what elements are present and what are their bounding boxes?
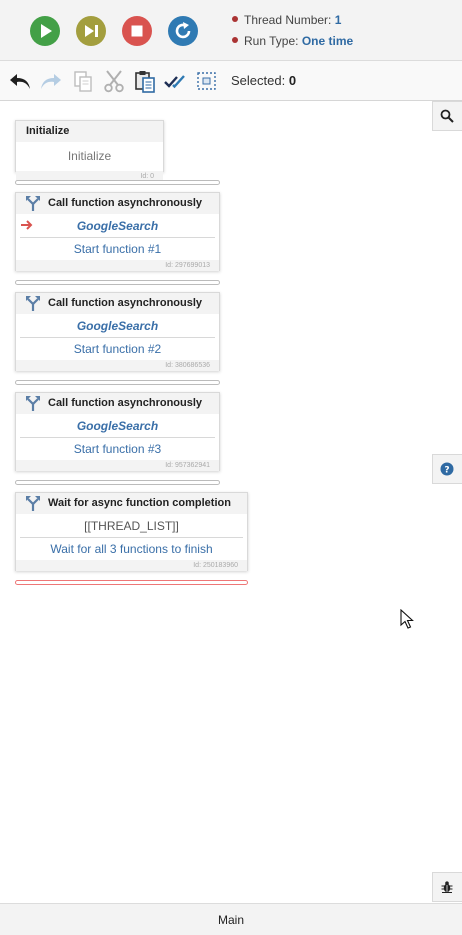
play-button[interactable] — [30, 16, 60, 46]
debug-button[interactable] — [432, 872, 462, 902]
help-icon: ? — [440, 462, 454, 476]
selected-count: Selected: 0 — [231, 73, 296, 88]
play-icon — [41, 24, 52, 38]
node-id: Id: 297699013 — [16, 260, 219, 271]
bug-icon — [441, 881, 453, 893]
node-body: GoogleSearch Start function #3 — [16, 414, 219, 460]
node-id: Id: 380686536 — [16, 360, 219, 371]
node-header-text: Wait for async function completion — [48, 497, 231, 509]
editor-toolbar: Selected: 0 — [0, 61, 462, 101]
check-all-icon — [164, 75, 185, 89]
search-icon — [440, 109, 454, 123]
deselect-button[interactable] — [195, 69, 219, 93]
wait-async-node[interactable]: Wait for async function completion [[THR… — [15, 492, 248, 571]
run-type-value: One time — [301, 34, 354, 48]
restart-icon — [175, 22, 191, 39]
run-type-info: Run Type: One time — [232, 34, 353, 48]
node-body: GoogleSearch Start function #2 — [16, 314, 219, 360]
copy-button[interactable] — [71, 69, 95, 93]
restart-button[interactable] — [168, 16, 198, 46]
select-all-button[interactable] — [164, 69, 188, 93]
search-button[interactable] — [432, 101, 462, 131]
undo-icon — [10, 74, 30, 89]
run-type-label: Run Type: — [244, 34, 299, 48]
node-header-text: Call function asynchronously — [48, 197, 203, 209]
paste-icon — [135, 71, 155, 93]
fork-icon — [26, 396, 40, 411]
fork-icon — [26, 296, 40, 311]
node-header-text: Call function asynchronously — [48, 297, 203, 309]
redo-button[interactable] — [39, 69, 63, 93]
stop-button[interactable] — [122, 16, 152, 46]
paste-button[interactable] — [133, 69, 157, 93]
node-connector[interactable] — [15, 480, 220, 485]
function-name: GoogleSearch — [20, 214, 215, 238]
function-name: GoogleSearch — [20, 414, 215, 438]
step-button[interactable] — [76, 16, 106, 46]
function-tab-bar: Main — [0, 903, 462, 935]
node-header: Initialize — [16, 121, 163, 142]
cut-icon — [104, 70, 124, 93]
node-body: GoogleSearch Start function #1 — [16, 214, 219, 260]
node-header-text: Call function asynchronously — [48, 397, 203, 409]
selected-label: Selected: — [231, 73, 286, 88]
node-body: [[THREAD_LIST]] Wait for all 3 functions… — [16, 514, 247, 560]
node-id: Id: 250183960 — [16, 560, 247, 571]
thread-number-value: 1 — [334, 13, 342, 27]
step-icon — [85, 25, 98, 37]
node-header: Wait for async function completion — [16, 493, 247, 514]
function-name: GoogleSearch — [20, 314, 215, 338]
undo-button[interactable] — [8, 69, 32, 93]
node-connector[interactable] — [15, 380, 220, 385]
copy-icon — [74, 71, 92, 92]
node-description: Start function #3 — [73, 442, 162, 456]
cut-button[interactable] — [102, 69, 126, 93]
thread-number-info: Thread Number: 1 — [232, 13, 341, 27]
node-description: Start function #2 — [73, 342, 162, 356]
node-header: Call function asynchronously — [16, 193, 219, 214]
select-box-icon — [197, 72, 216, 90]
node-connector[interactable] — [15, 180, 220, 185]
run-control-panel: Thread Number: 1 Run Type: One time — [0, 0, 462, 61]
node-header: Call function asynchronously — [16, 293, 219, 314]
node-connector[interactable] — [15, 280, 220, 285]
redo-icon — [41, 74, 61, 89]
node-description: Start function #1 — [73, 242, 162, 256]
help-button[interactable]: ? — [432, 454, 462, 484]
node-description: Wait for all 3 functions to finish — [50, 542, 213, 556]
svg-text:?: ? — [444, 466, 449, 476]
mouse-cursor-icon — [400, 609, 414, 629]
thread-list-variable: [[THREAD_LIST]] — [20, 514, 243, 538]
call-async-node-3[interactable]: Call function asynchronously GoogleSearc… — [15, 392, 220, 471]
fork-icon — [26, 496, 40, 511]
initialize-node[interactable]: Initialize Initialize Id: 0 — [15, 120, 164, 182]
fork-icon — [26, 196, 40, 211]
call-async-node-2[interactable]: Call function asynchronously GoogleSearc… — [15, 292, 220, 371]
stop-icon — [131, 25, 143, 37]
bullet-icon — [232, 16, 238, 22]
node-header: Call function asynchronously — [16, 393, 219, 414]
selected-value: 0 — [288, 73, 297, 88]
tab-main[interactable]: Main — [218, 913, 244, 927]
thread-number-label: Thread Number: — [244, 13, 332, 27]
node-connector-end[interactable] — [15, 580, 248, 585]
flow-canvas[interactable]: ? Initialize Initialize Id: 0 Call funct — [0, 101, 462, 903]
node-id: Id: 957362941 — [16, 460, 219, 471]
call-async-node-1[interactable]: Call function asynchronously GoogleSearc… — [15, 192, 220, 271]
arrow-right-icon — [21, 220, 33, 230]
node-body-text: Initialize — [67, 149, 112, 163]
bullet-icon — [232, 37, 238, 43]
